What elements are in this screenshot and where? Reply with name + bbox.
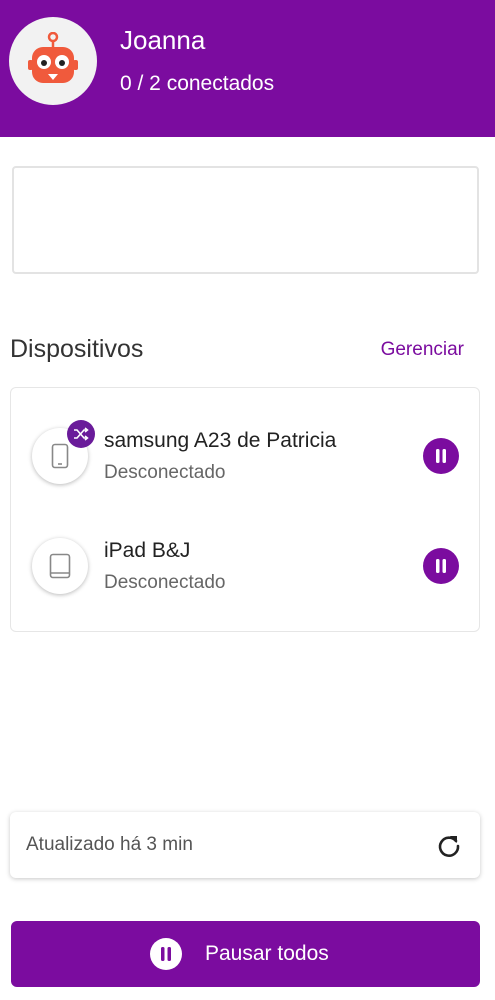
pause-device-button[interactable] [423,548,459,584]
pause-all-icon-wrap [150,938,182,970]
refresh-icon[interactable] [436,832,462,858]
pause-icon [161,947,171,961]
robot-icon [28,32,78,83]
pause-icon [436,559,446,573]
banner-placeholder [12,166,479,274]
list-item-device[interactable]: samsung A23 de Patricia Desconectado [11,410,479,500]
last-updated-text: Atualizado há 3 min [26,834,193,855]
shuffle-badge [67,420,95,448]
device-icon-wrap [32,538,88,594]
device-status: Desconectado [104,462,226,483]
list-item-device[interactable]: iPad B&J Desconectado [11,520,479,610]
profile-name: Joanna [120,25,206,55]
pause-device-button[interactable] [423,438,459,474]
device-status: Desconectado [104,572,226,593]
pause-all-button[interactable]: Pausar todos [11,921,480,987]
manage-devices-link[interactable]: Gerenciar [381,339,464,361]
pause-all-label: Pausar todos [205,942,329,965]
phone-icon [51,443,69,469]
device-name: samsung A23 de Patricia [104,429,337,452]
devices-list: samsung A23 de Patricia Desconectado iPa… [10,387,480,632]
shuffle-icon [74,427,89,441]
device-name: iPad B&J [104,539,191,562]
pause-icon [436,449,446,463]
profile-header: Joanna 0 / 2 conectados [0,0,495,137]
avatar[interactable] [9,17,97,105]
connected-count: 0 / 2 conectados [120,72,275,95]
tablet-icon [49,553,71,579]
devices-section-title: Dispositivos [10,335,144,363]
last-updated-bar: Atualizado há 3 min [10,812,480,878]
